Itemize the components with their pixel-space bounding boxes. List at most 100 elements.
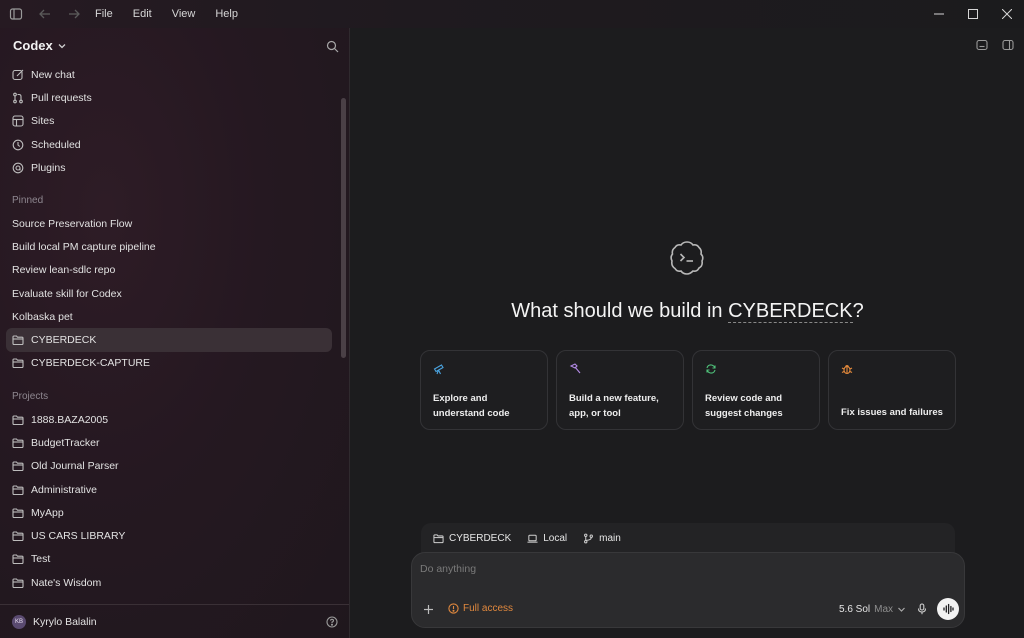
menu-help[interactable]: Help [215, 0, 238, 28]
app-switcher[interactable]: Codex [13, 38, 67, 53]
context-branch[interactable]: main [583, 533, 621, 544]
pinned-item-label: Review lean-sdlc repo [12, 264, 116, 277]
folder-icon [12, 334, 24, 346]
pinned-item-label: Build local PM capture pipeline [12, 240, 156, 253]
card-review[interactable]: Review code and suggest changes [692, 350, 820, 430]
warning-icon [448, 603, 459, 614]
model-name: 5.6 Sol [839, 604, 871, 615]
forward-arrow-icon[interactable] [67, 7, 81, 21]
suggestion-cards: Explore and understand code Build a new f… [420, 350, 964, 430]
pinned-item-label: CYBERDECK [31, 334, 97, 347]
project-item[interactable]: Old Journal Parser [6, 455, 332, 478]
project-item-label: 1888.BAZA2005 [31, 413, 109, 426]
pinned-item[interactable]: CYBERDECK-CAPTURE [6, 352, 332, 375]
card-text: Build a new feature, app, or tool [569, 393, 659, 419]
card-fix[interactable]: Fix issues and failures [828, 350, 956, 430]
card-text: Fix issues and failures [841, 407, 943, 418]
microphone-icon[interactable] [916, 603, 928, 615]
menu-view[interactable]: View [172, 0, 196, 28]
context-bar: CYBERDECK Local main [421, 523, 955, 553]
terminal-panel-icon[interactable] [976, 39, 988, 51]
project-item-label: Nate's Wisdom [31, 576, 102, 589]
project-item-label: Old Journal Parser [31, 460, 119, 473]
window-controls [922, 0, 1024, 28]
maximize-button[interactable] [956, 0, 990, 28]
pinned-item-label: Source Preservation Flow [12, 217, 133, 230]
pinned-item[interactable]: Source Preservation Flow [6, 212, 332, 235]
folder-icon [12, 484, 24, 496]
access-level-button[interactable]: Full access [448, 603, 513, 614]
sites-icon [12, 115, 24, 127]
user-name: Kyrylo Balalin [33, 615, 97, 628]
project-item-label: US CARS LIBRARY [31, 530, 126, 543]
folder-icon [12, 507, 24, 519]
back-arrow-icon[interactable] [38, 7, 52, 21]
context-environment[interactable]: Local [527, 533, 567, 544]
project-item[interactable]: Nate's Wisdom [6, 571, 332, 594]
pinned-item[interactable]: Evaluate skill for Codex [6, 282, 332, 305]
pinned-item[interactable]: Kolbaska pet [6, 305, 332, 328]
pinned-item[interactable]: Build local PM capture pipeline [6, 235, 332, 258]
prompt-input[interactable] [420, 563, 920, 575]
pinned-item[interactable]: Review lean-sdlc repo [6, 259, 332, 282]
project-item[interactable]: 1888.BAZA2005 [6, 408, 332, 431]
title-bar: File Edit View Help [0, 0, 1024, 28]
add-attachment-button[interactable] [422, 603, 435, 616]
project-item[interactable]: Administrative [6, 478, 332, 501]
card-explore[interactable]: Explore and understand code [420, 350, 548, 430]
context-folder[interactable]: CYBERDECK [433, 533, 511, 544]
codex-logo-icon [668, 239, 706, 277]
nav-label: Scheduled [31, 138, 81, 151]
pinned-item-active[interactable]: CYBERDECK [6, 328, 332, 352]
model-effort: Max [874, 604, 894, 615]
user-footer[interactable]: KB Kyrylo Balalin [0, 604, 349, 638]
help-icon[interactable] [326, 616, 338, 628]
model-selector[interactable]: 5.6 Sol Max [839, 604, 906, 615]
project-item[interactable]: MyApp [6, 501, 332, 524]
minimize-button[interactable] [922, 0, 956, 28]
menu-file[interactable]: File [95, 0, 113, 28]
chevron-down-icon [897, 605, 906, 614]
card-build[interactable]: Build a new feature, app, or tool [556, 350, 684, 430]
project-item[interactable]: Test [6, 548, 332, 571]
project-item[interactable]: US CARS LIBRARY [6, 524, 332, 547]
nav-pull-requests[interactable]: Pull requests [6, 86, 332, 109]
folder-icon [12, 530, 24, 542]
composer: Full access 5.6 Sol Max [411, 552, 965, 628]
pull-request-icon [12, 92, 24, 104]
side-panel-icon[interactable] [1002, 39, 1014, 51]
main-panel: What should we build in CYBERDECK? Explo… [351, 28, 1024, 638]
nav-sites[interactable]: Sites [6, 110, 332, 133]
refresh-icon [705, 363, 717, 375]
sidebar-scrollbar[interactable] [341, 98, 346, 358]
access-level-label: Full access [463, 603, 514, 614]
menu-edit[interactable]: Edit [133, 0, 152, 28]
nav-label: New chat [31, 68, 75, 81]
sidebar-toggle-icon[interactable] [9, 7, 23, 21]
context-branch-label: main [599, 532, 621, 544]
pinned-item-label: CYBERDECK-CAPTURE [31, 357, 151, 370]
headline-suffix: ? [852, 300, 864, 322]
card-text: Explore and understand code [433, 393, 510, 419]
project-item[interactable]: BudgetTracker [6, 431, 332, 454]
nav-label: Sites [31, 115, 55, 128]
projects-section-label: Projects [12, 391, 49, 402]
pinned-item-label: Kolbaska pet [12, 310, 73, 323]
top-right-toolbar [962, 39, 1014, 51]
headline-project[interactable]: CYBERDECK [728, 300, 853, 323]
sidebar: Codex New chat Pull requests Sites Sched… [0, 28, 350, 638]
pinned-item-label: Evaluate skill for Codex [12, 287, 122, 300]
context-folder-label: CYBERDECK [449, 532, 512, 544]
search-icon[interactable] [326, 40, 339, 53]
waveform-icon [943, 603, 954, 615]
project-item-label: Administrative [31, 483, 97, 496]
close-button[interactable] [990, 0, 1024, 28]
voice-mode-button[interactable] [937, 598, 959, 620]
page-title: What should we build in CYBERDECK? [351, 300, 1024, 323]
nav-plugins[interactable]: Plugins [6, 156, 332, 179]
nav-list: New chat Pull requests Sites Scheduled P… [6, 63, 332, 179]
nav-new-chat[interactable]: New chat [6, 63, 332, 86]
edit-icon [12, 69, 24, 81]
nav-scheduled[interactable]: Scheduled [6, 133, 332, 156]
project-item-label: Test [31, 553, 51, 566]
